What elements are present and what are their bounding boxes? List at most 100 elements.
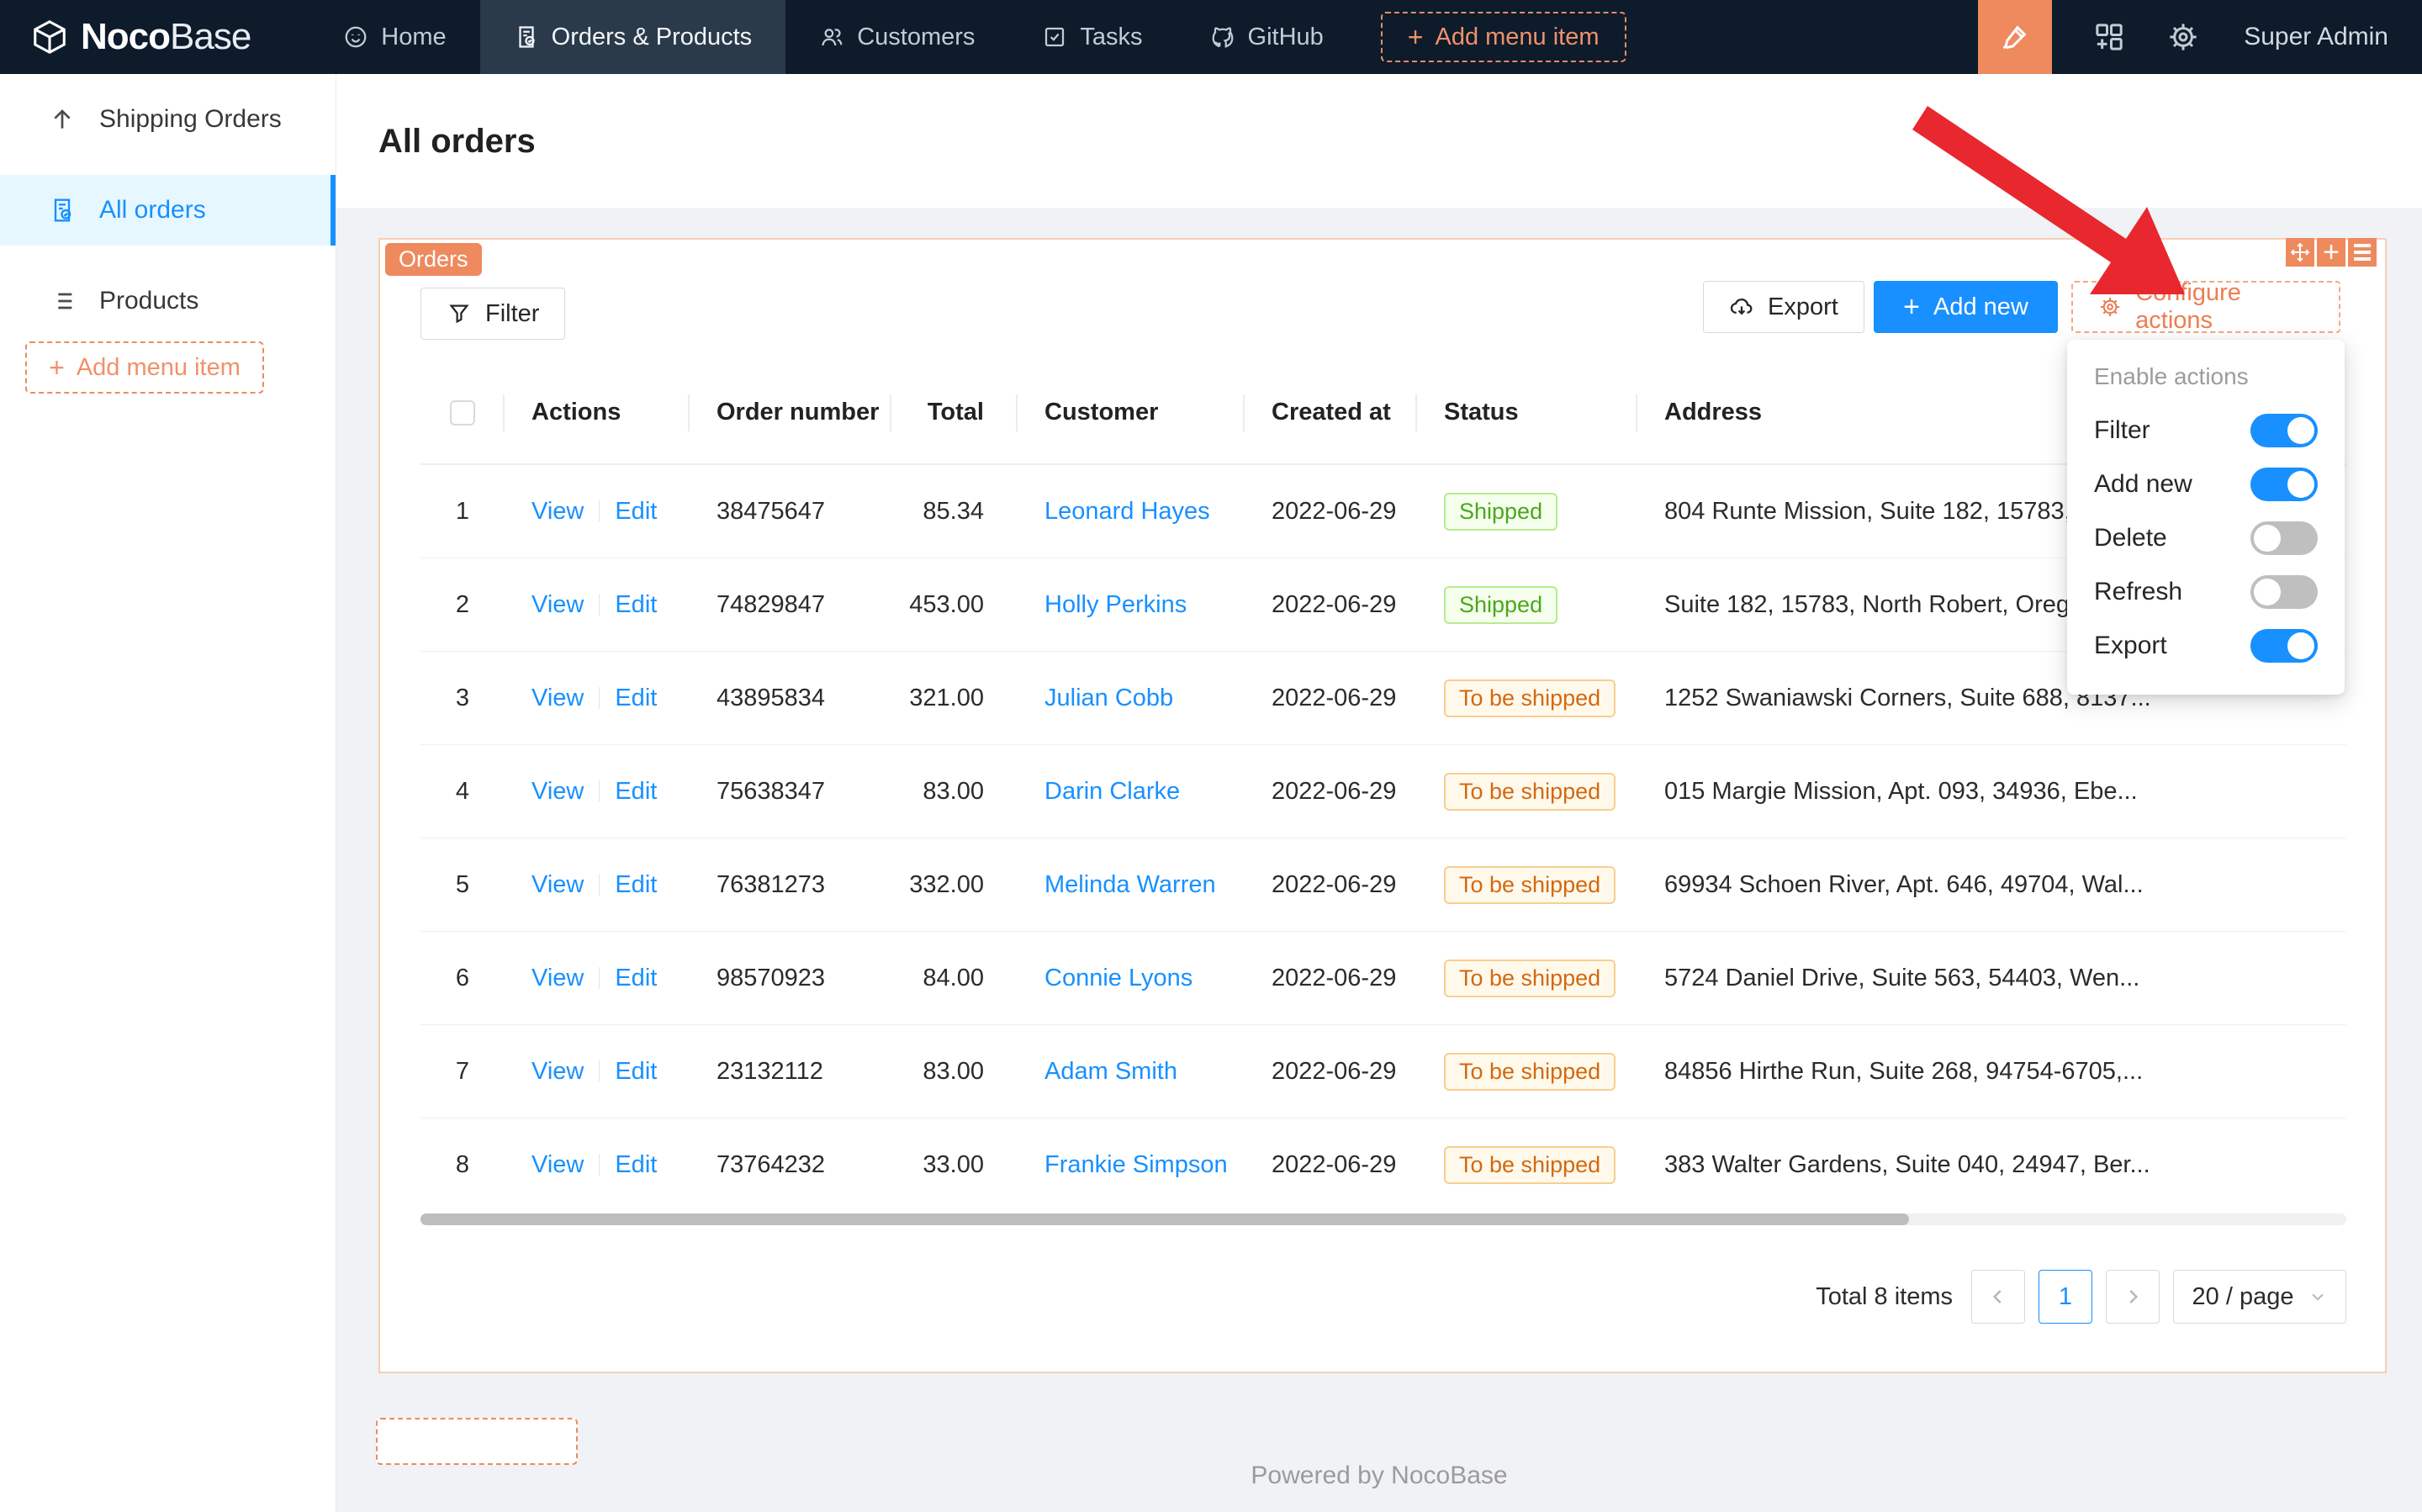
created-at-cell: 2022-06-29 xyxy=(1245,871,1417,899)
nav-item-home[interactable]: Home xyxy=(309,0,479,74)
view-link[interactable]: View xyxy=(531,685,584,711)
edit-link[interactable]: Edit xyxy=(615,871,657,898)
col-header-created-at: Created at xyxy=(1245,362,1417,463)
row-index: 2 xyxy=(420,591,505,619)
ui-editor-button[interactable] xyxy=(1978,0,2052,74)
settings-gear-icon[interactable] xyxy=(2166,20,2200,54)
dropdown-item-delete[interactable]: Delete xyxy=(2067,511,2345,565)
edit-link[interactable]: Edit xyxy=(615,1058,657,1085)
nav-add-menu-item-button[interactable]: + Add menu item xyxy=(1381,12,1626,62)
table-row: 2 ViewEdit 74829847 453.00 Holly Perkins… xyxy=(420,558,2346,652)
export-toggle[interactable] xyxy=(2250,629,2318,663)
dropdown-item-filter[interactable]: Filter xyxy=(2067,404,2345,457)
dropdown-item-label: Filter xyxy=(2094,416,2150,445)
view-link[interactable]: View xyxy=(531,1151,584,1178)
plus-icon: + xyxy=(1408,22,1424,53)
sidebar-add-menu-item-button[interactable]: + Add menu item xyxy=(25,341,264,394)
row-index: 5 xyxy=(420,871,505,899)
nav-add-menu-item-label: Add menu item xyxy=(1435,24,1599,51)
nav-item-orders-products[interactable]: Orders & Products xyxy=(480,0,786,74)
funnel-icon xyxy=(447,301,472,326)
total-cell: 84.00 xyxy=(891,965,1018,992)
view-link[interactable]: View xyxy=(531,778,584,805)
customer-cell: Adam Smith xyxy=(1018,1058,1245,1086)
dropdown-item-refresh[interactable]: Refresh xyxy=(2067,565,2345,619)
refresh-toggle[interactable] xyxy=(2250,575,2318,609)
dropdown-item-add-new[interactable]: Add new xyxy=(2067,457,2345,511)
scrollbar-thumb[interactable] xyxy=(420,1213,1909,1225)
next-page-button[interactable] xyxy=(2106,1270,2160,1324)
nav-right-group: Super Admin xyxy=(1978,0,2422,74)
address-cell: 84856 Hirthe Run, Suite 268, 94754-6705,… xyxy=(1637,1058,2346,1086)
edit-link[interactable]: Edit xyxy=(615,965,657,991)
order-number-cell: 75638347 xyxy=(690,778,891,806)
view-link[interactable]: View xyxy=(531,1058,584,1085)
block-collection-tag: Orders xyxy=(385,243,482,276)
plugin-manager-icon[interactable] xyxy=(2092,20,2126,54)
edit-link[interactable]: Edit xyxy=(615,778,657,805)
created-at-cell: 2022-06-29 xyxy=(1245,1151,1417,1179)
view-link[interactable]: View xyxy=(531,498,584,525)
order-number-cell: 43895834 xyxy=(690,685,891,712)
add-new-toggle[interactable] xyxy=(2250,468,2318,501)
view-link[interactable]: View xyxy=(531,965,584,991)
user-menu[interactable]: Super Admin xyxy=(2244,23,2388,51)
add-block-button[interactable]: + Add block xyxy=(376,1418,578,1465)
filter-button[interactable]: Filter xyxy=(420,288,565,340)
view-link[interactable]: View xyxy=(531,871,584,898)
filter-toggle[interactable] xyxy=(2250,414,2318,447)
dropdown-item-export[interactable]: Export xyxy=(2067,619,2345,673)
dropdown-item-label: Add new xyxy=(2094,470,2192,499)
edit-link[interactable]: Edit xyxy=(615,591,657,618)
add-new-button[interactable]: + Add new xyxy=(1874,281,2058,333)
pagination-total: Total 8 items xyxy=(1816,1283,1953,1311)
status-cell: To be shipped xyxy=(1417,960,1637,997)
sidebar-item-shipping-orders[interactable]: Shipping Orders xyxy=(0,84,336,155)
created-at-cell: 2022-06-29 xyxy=(1245,591,1417,619)
block-designer-toolbar: + xyxy=(2286,238,2377,267)
customer-link[interactable]: Connie Lyons xyxy=(1044,965,1192,991)
nav-item-label: Tasks xyxy=(1080,24,1142,51)
table-row: 8 ViewEdit 73764232 33.00 Frankie Simpso… xyxy=(420,1118,2346,1212)
page-header: All orders xyxy=(336,74,2422,208)
cloud-download-icon xyxy=(1729,294,1754,320)
customer-link[interactable]: Leonard Hayes xyxy=(1044,498,1210,525)
drag-handle-icon[interactable] xyxy=(2286,238,2314,267)
customer-link[interactable]: Frankie Simpson xyxy=(1044,1151,1228,1178)
nav-item-tasks[interactable]: Tasks xyxy=(1008,0,1176,74)
team-icon xyxy=(819,24,844,50)
status-cell: Shipped xyxy=(1417,586,1637,624)
customer-link[interactable]: Julian Cobb xyxy=(1044,685,1173,711)
add-block-icon[interactable]: + xyxy=(2317,238,2345,267)
edit-link[interactable]: Edit xyxy=(615,498,657,525)
cube-logo-icon xyxy=(30,18,69,56)
total-cell: 321.00 xyxy=(891,685,1018,712)
sidebar-add-menu-item-label: Add menu item xyxy=(77,354,241,382)
block-menu-icon[interactable] xyxy=(2348,238,2377,267)
delete-toggle[interactable] xyxy=(2250,521,2318,555)
export-button[interactable]: Export xyxy=(1703,281,1864,333)
page-1-button[interactable]: 1 xyxy=(2039,1270,2092,1324)
select-all-checkbox[interactable] xyxy=(450,400,475,426)
edit-link[interactable]: Edit xyxy=(615,685,657,711)
customer-link[interactable]: Darin Clarke xyxy=(1044,778,1180,805)
customer-link[interactable]: Adam Smith xyxy=(1044,1058,1177,1085)
sidebar-item-all-orders[interactable]: All orders xyxy=(0,175,336,246)
sidebar-item-products[interactable]: Products xyxy=(0,266,336,336)
nocobase-logo[interactable]: NocoBase xyxy=(30,16,251,58)
customer-link[interactable]: Melinda Warren xyxy=(1044,871,1216,898)
page-size-select[interactable]: 20 / page xyxy=(2173,1270,2346,1324)
file-done-icon xyxy=(49,197,76,224)
configure-actions-button[interactable]: Configure actions xyxy=(2071,281,2340,333)
table-row: 7 ViewEdit 23132112 83.00 Adam Smith 202… xyxy=(420,1025,2346,1118)
nav-item-github[interactable]: GitHub xyxy=(1177,0,1357,74)
status-badge: To be shipped xyxy=(1444,1053,1616,1091)
prev-page-button[interactable] xyxy=(1971,1270,2025,1324)
customer-link[interactable]: Holly Perkins xyxy=(1044,591,1187,618)
view-link[interactable]: View xyxy=(531,591,584,618)
enable-actions-dropdown: Enable actions Filter Add new Delete Ref… xyxy=(2067,340,2345,695)
customer-cell: Julian Cobb xyxy=(1018,685,1245,712)
nav-item-customers[interactable]: Customers xyxy=(785,0,1008,74)
chevron-right-icon xyxy=(2122,1286,2144,1308)
edit-link[interactable]: Edit xyxy=(615,1151,657,1178)
